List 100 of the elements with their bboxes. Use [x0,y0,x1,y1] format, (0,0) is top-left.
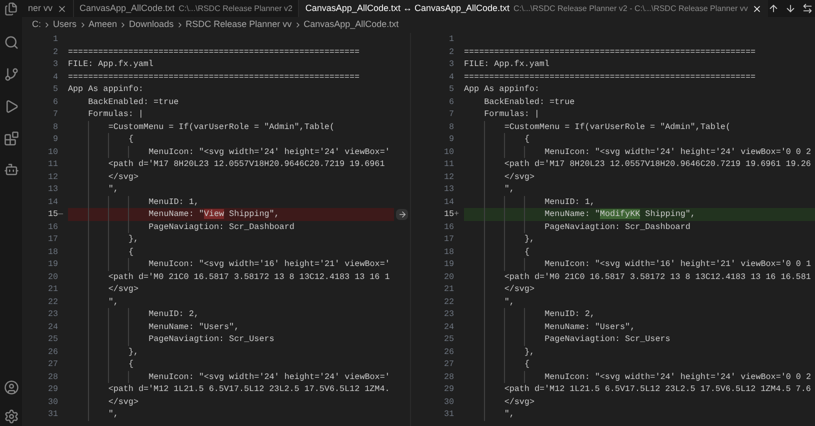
close-icon[interactable] [752,4,762,14]
line-number: 31 [48,408,58,420]
line-number: 6 [52,96,58,108]
source-control-icon[interactable] [4,67,18,82]
line-number: 25 [48,333,58,346]
line-number: 7 [52,108,58,120]
settings-icon[interactable] [4,409,18,424]
code-line: MenuIcon: "<svg width='24' height='24' viewBox=' [148,372,390,382]
line-number: 4 [448,70,454,83]
line-number: 22 [48,296,58,308]
code-line: { [128,359,134,369]
code-line: ", [504,184,514,194]
line-number: 8 [448,120,454,133]
code-line: ========================================================== [464,46,756,56]
line-number: 1 [448,33,454,46]
editor-tab[interactable]: CanvasApp_AllCode.txt ↔ CanvasApp_AllCode.txt C:\...\RSDC Release Planner v2 - C:\...\RSDC Release Planner vv [299,0,768,17]
line-number: 1 [52,33,58,46]
arrow-down-icon[interactable] [784,3,796,14]
breadcrumb-item[interactable]: CanvasApp_AllCode.txt [304,18,399,32]
line-number: 21 [48,283,58,296]
line-number: 18 [444,246,454,258]
line-number: 23 [444,308,454,320]
code-line: BackEnabled: =true [88,96,179,106]
line-number: 10 [444,146,454,158]
code-line: Formulas: | [484,109,540,119]
code-line: <path d='M17 8H20L23 12.0557V18H20.9646C20.7219 19.6961 [108,159,385,169]
line-number: 13 [48,183,58,196]
arrow-up-icon[interactable] [768,3,779,14]
code-line: }, [128,346,139,356]
breadcrumb-item[interactable]: Ameen [88,18,118,32]
code-line: =CustomMenu = If(varUserRole = "Admin",Table( [504,122,730,132]
code-line: App As appinfo: [68,84,144,94]
code-line: MenuName: "Users", [544,322,636,332]
extensions-icon[interactable] [4,131,18,146]
close-icon[interactable] [56,4,67,14]
line-number: 30 [48,396,58,408]
line-number: 14 [48,196,58,208]
line-number: 27 [444,358,454,370]
code-line: }, [524,234,535,244]
code-line: <path d='M12 1L21.5 6.5V17.5L12 23L2.5 17.5V6.5L12 1ZM4. [108,384,390,394]
code-line: </svg> [108,284,138,294]
code-line: BackEnabled: =true [484,96,575,106]
line-number: 15 [444,208,454,220]
line-number: 28 [48,370,58,383]
breadcrumb-item[interactable]: C: [32,18,41,32]
line-number: 18 [48,246,58,258]
editor-tab[interactable]: ner vv [22,0,74,17]
code-line: <path d='M0 21C0 16.5817 3.58172 13 8 13C12.4183 13 16 16.581 [504,272,811,282]
code-line: PageNaviagtion: Scr_Dashboard [148,222,294,232]
breadcrumb-item[interactable]: RSDC Release Planner vv [186,18,292,32]
revert-arrow-button[interactable] [396,208,408,220]
swap-icon[interactable] [802,3,813,14]
code-line: PageNaviagtion: Scr_Dashboard [544,222,690,232]
search-icon[interactable] [4,35,18,50]
line-number: 26 [444,346,454,358]
line-number: 23 [48,308,58,320]
account-icon[interactable] [4,380,18,395]
code-line: FILE: App.fx.yaml [464,59,550,69]
line-number: 10 [48,146,58,158]
line-number: 24 [48,320,58,333]
tab-description: C:\...\RSDC Release Planner v2 [178,2,292,14]
code-line: { [524,134,530,144]
line-number: 22 [444,296,454,308]
line-number: 17 [48,233,58,246]
code-line: MenuIcon: "<svg width='24' height='24' viewBox='0 0 2 [544,372,811,382]
line-number: 16 [48,220,58,233]
code-line: <path d='M17 8H20L23 12.0557V18H20.9646C20.7219 19.6961 19.26 [504,159,811,169]
tab-description: C:\...\RSDC Release Planner v2 - C:\...\RSDC Release Planner vv [514,2,748,14]
line-number: 9 [448,133,454,146]
breadcrumb-item[interactable]: Users [53,18,77,32]
run-icon[interactable] [4,99,18,114]
line-number: 8 [52,120,58,133]
code-line: </svg> [108,396,138,406]
code-line: MenuIcon: "<svg width='24' height='24' viewBox='0 0 2 [544,146,811,156]
tab-label: CanvasApp_AllCode.txt ↔ CanvasApp_AllCode.txt [305,2,510,15]
line-number: 3 [52,58,58,70]
line-number: 6 [448,96,454,108]
code-line: MenuID: 1, [544,196,595,206]
line-number: 30 [444,396,454,408]
line-number: 21 [444,283,454,296]
tab-label: CanvasApp_AllCode.txt [80,2,175,15]
code-line: { [128,134,134,144]
breadcrumb-item[interactable]: Downloads [129,18,174,32]
line-number: 14 [444,196,454,208]
code-line: ", [504,409,514,419]
code-line: ", [504,296,514,306]
line-number: 5 [52,83,58,96]
line-number: 13 [444,183,454,196]
line-number: 11 [444,158,454,170]
robot-icon[interactable] [4,162,18,177]
code-line: PageNaviagtion: Scr_Users [148,334,274,344]
files-icon[interactable] [4,2,18,16]
code-line: </svg> [504,284,534,294]
code-line: =CustomMenu = If(varUserRole = "Admin",Table( [108,122,334,132]
line-number: 11 [48,158,58,170]
code-line: PageNaviagtion: Scr_Users [544,334,670,344]
line-number: 5 [448,83,454,96]
diff-marker: — [58,209,64,219]
line-number: 12 [48,170,58,183]
line-number: 2 [448,46,454,58]
